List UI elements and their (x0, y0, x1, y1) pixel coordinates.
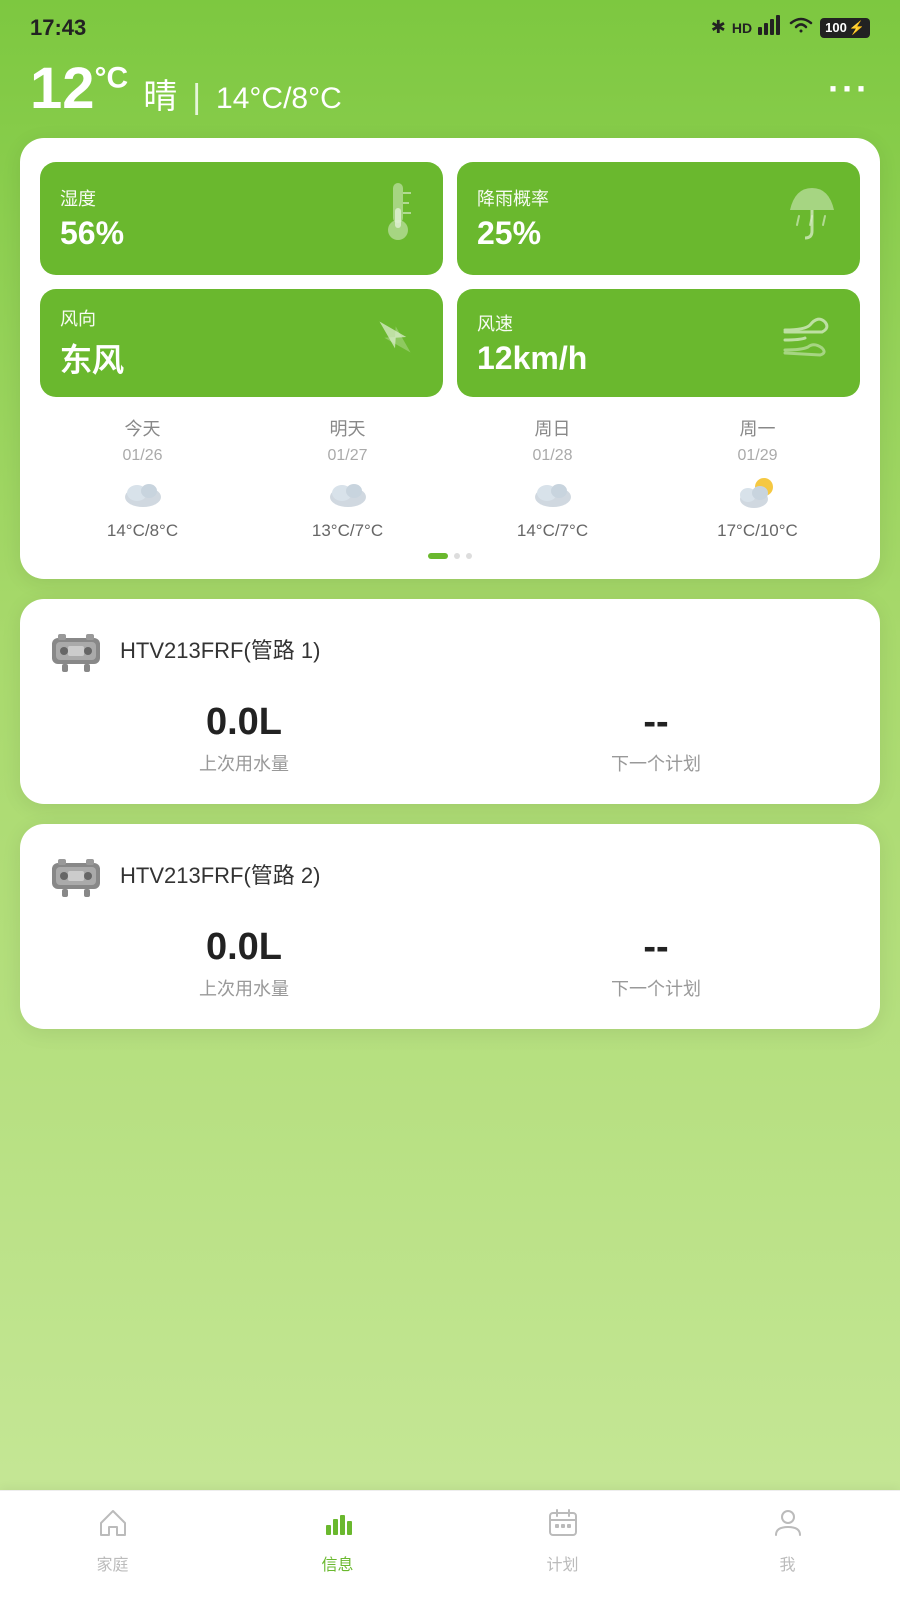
last-water-label-2: 上次用水量 (48, 975, 440, 1001)
header-left: 12°C 晴 | 14°C/8°C (30, 60, 342, 118)
device-card-1[interactable]: HTV213FRF(管路 1) 0.0L 上次用水量 -- 下一个计划 (20, 599, 880, 804)
device-card-2[interactable]: HTV213FRF(管路 2) 0.0L 上次用水量 -- 下一个计划 (20, 824, 880, 1029)
weather-card: 湿度 56% 降雨概率 (20, 138, 880, 579)
compass-icon (368, 310, 423, 376)
next-plan-1: -- 下一个计划 (460, 701, 852, 776)
wind-dir-tile: 风向 东风 (40, 289, 443, 397)
hd-icon: HD (732, 20, 752, 36)
last-water-value-2: 0.0L (48, 926, 440, 969)
umbrella-icon (785, 183, 840, 254)
device-header-2: HTV213FRF(管路 2) (48, 846, 852, 902)
forecast-icon-1 (326, 471, 370, 515)
person-icon (772, 1507, 804, 1547)
last-water-label-1: 上次用水量 (48, 750, 440, 776)
device-name-1: HTV213FRF(管路 1) (120, 633, 320, 665)
rain-tile: 降雨概率 25% (457, 162, 860, 275)
humidity-tile: 湿度 56% (40, 162, 443, 275)
next-plan-label-1: 下一个计划 (460, 750, 852, 776)
nav-home[interactable]: 家庭 (73, 1507, 153, 1575)
bottom-nav: 家庭 信息 计划 (0, 1490, 900, 1600)
wind-dir-value: 东风 (60, 335, 124, 381)
device-icon-2 (48, 846, 104, 902)
forecast-date-2: 01/28 (532, 447, 572, 465)
more-button[interactable]: ··· (828, 68, 870, 110)
next-plan-value-2: -- (460, 926, 852, 969)
forecast-icon-3 (736, 471, 780, 515)
signal-icon (758, 15, 782, 40)
device-stats-1: 0.0L 上次用水量 -- 下一个计划 (48, 701, 852, 776)
rain-label: 降雨概率 (477, 185, 549, 211)
dot-active (428, 553, 448, 559)
battery-icon: 100 ⚡ (820, 18, 870, 38)
divider: | (192, 78, 201, 117)
forecast-temp-1: 13°C/7°C (312, 521, 383, 541)
device-header-1: HTV213FRF(管路 1) (48, 621, 852, 677)
wind-dir-label: 风向 (60, 305, 124, 331)
bluetooth-icon: ✱ (711, 17, 726, 38)
dot-2 (466, 553, 472, 559)
forecast-day-3: 周一 (740, 415, 776, 441)
device-stats-2: 0.0L 上次用水量 -- 下一个计划 (48, 926, 852, 1001)
nav-me-label: 我 (779, 1551, 795, 1575)
calendar-icon (547, 1507, 579, 1547)
wind-speed-value: 12km/h (477, 340, 587, 377)
current-temp: 12°C (30, 60, 128, 118)
humidity-label: 湿度 (60, 185, 124, 211)
forecast-monday: 周一 01/29 17°C/10°C (655, 415, 860, 541)
temp-range: 14°C/8°C (216, 82, 342, 116)
device-name-2: HTV213FRF(管路 2) (120, 858, 320, 890)
forecast-day-2: 周日 (535, 415, 571, 441)
header: 12°C 晴 | 14°C/8°C ··· (0, 50, 900, 138)
weather-description: 晴 (143, 69, 177, 118)
nav-me[interactable]: 我 (748, 1507, 828, 1575)
forecast-day-1: 明天 (330, 415, 366, 441)
forecast-day-0: 今天 (125, 415, 161, 441)
next-plan-value-1: -- (460, 701, 852, 744)
home-icon (97, 1507, 129, 1547)
status-icons: ✱ HD 100 ⚡ (711, 15, 870, 40)
wifi-icon (788, 15, 814, 40)
rain-value: 25% (477, 215, 549, 252)
forecast-sunday: 周日 01/28 14°C/7°C (450, 415, 655, 541)
forecast-temp-2: 14°C/7°C (517, 521, 588, 541)
wind-icon (780, 310, 840, 376)
nav-info-label: 信息 (321, 1551, 353, 1575)
forecast-temp-3: 17°C/10°C (717, 521, 798, 541)
chart-icon (322, 1507, 354, 1547)
forecast-today: 今天 01/26 14°C/8°C (40, 415, 245, 541)
forecast-temp-0: 14°C/8°C (107, 521, 178, 541)
last-water-value-1: 0.0L (48, 701, 440, 744)
metrics-grid: 湿度 56% 降雨概率 (40, 162, 860, 397)
device-icon-1 (48, 621, 104, 677)
wind-speed-tile: 风速 12km/h (457, 289, 860, 397)
nav-plan-label: 计划 (546, 1551, 578, 1575)
last-water-2: 0.0L 上次用水量 (48, 926, 440, 1001)
last-water-1: 0.0L 上次用水量 (48, 701, 440, 776)
humidity-value: 56% (60, 215, 124, 252)
forecast-icon-0 (121, 471, 165, 515)
forecast-date-0: 01/26 (122, 447, 162, 465)
status-time: 17:43 (30, 15, 86, 41)
forecast-row: 今天 01/26 14°C/8°C 明天 01/27 (40, 415, 860, 541)
status-bar: 17:43 ✱ HD 100 ⚡ (0, 0, 900, 50)
main-content: 湿度 56% 降雨概率 (0, 138, 900, 1169)
wind-speed-label: 风速 (477, 310, 587, 336)
forecast-tomorrow: 明天 01/27 13°C/7°C (245, 415, 450, 541)
thermometer-icon (373, 178, 423, 259)
nav-info[interactable]: 信息 (298, 1507, 378, 1575)
nav-home-label: 家庭 (96, 1551, 128, 1575)
next-plan-label-2: 下一个计划 (460, 975, 852, 1001)
forecast-date-3: 01/29 (737, 447, 777, 465)
dot-indicator (40, 553, 860, 559)
forecast-date-1: 01/27 (327, 447, 367, 465)
nav-plan[interactable]: 计划 (523, 1507, 603, 1575)
forecast-icon-2 (531, 471, 575, 515)
next-plan-2: -- 下一个计划 (460, 926, 852, 1001)
dot-1 (454, 553, 460, 559)
